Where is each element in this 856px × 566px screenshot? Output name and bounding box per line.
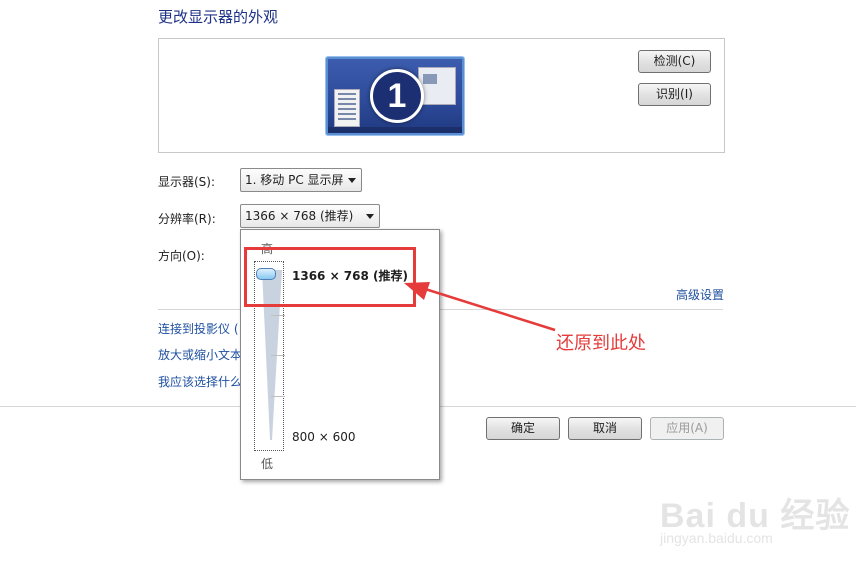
- taskbar-thumb: [328, 127, 462, 133]
- page-title: 更改显示器的外观: [158, 8, 279, 26]
- slider-low-label: 低: [261, 457, 274, 471]
- dropdown-arrow-icon: [348, 178, 356, 183]
- ok-button[interactable]: 确定: [486, 417, 560, 440]
- display-select-value: 1. 移动 PC 显示屏: [245, 173, 344, 187]
- slider-tick: [271, 315, 285, 316]
- identify-button[interactable]: 识别(I): [638, 83, 711, 106]
- slider-min-label: 800 × 600: [292, 430, 356, 444]
- annotation-note: 还原到此处: [556, 333, 646, 354]
- display-label: 显示器(S):: [158, 175, 216, 189]
- resolution-select-value: 1366 × 768 (推荐): [245, 209, 354, 223]
- slider-tick: [271, 355, 285, 356]
- detect-button[interactable]: 检测(C): [638, 50, 711, 73]
- text-size-link[interactable]: 放大或缩小文本: [158, 346, 242, 363]
- orientation-label: 方向(O):: [158, 249, 205, 263]
- monitor-thumbnail[interactable]: 1: [326, 57, 464, 135]
- cancel-button[interactable]: 取消: [568, 417, 642, 440]
- resolution-label: 分辨率(R):: [158, 212, 216, 226]
- display-select[interactable]: 1. 移动 PC 显示屏: [240, 168, 362, 192]
- monitor-number-badge: 1: [370, 69, 424, 123]
- watermark-url: jingyan.baidu.com: [660, 530, 773, 546]
- dropdown-arrow-icon: [366, 214, 374, 219]
- window-thumb-icon: [334, 89, 360, 127]
- display-help-link[interactable]: 我应该选择什么: [158, 373, 242, 390]
- slider-tick: [271, 396, 285, 397]
- advanced-settings-link[interactable]: 高级设置: [676, 286, 724, 303]
- red-arrow-icon: [404, 282, 556, 332]
- connect-projector-link[interactable]: 连接到投影仪 (: [158, 320, 239, 337]
- resolution-select[interactable]: 1366 × 768 (推荐): [240, 204, 380, 228]
- apply-button[interactable]: 应用(A): [650, 417, 724, 440]
- annotation-highlight-box: [244, 247, 416, 307]
